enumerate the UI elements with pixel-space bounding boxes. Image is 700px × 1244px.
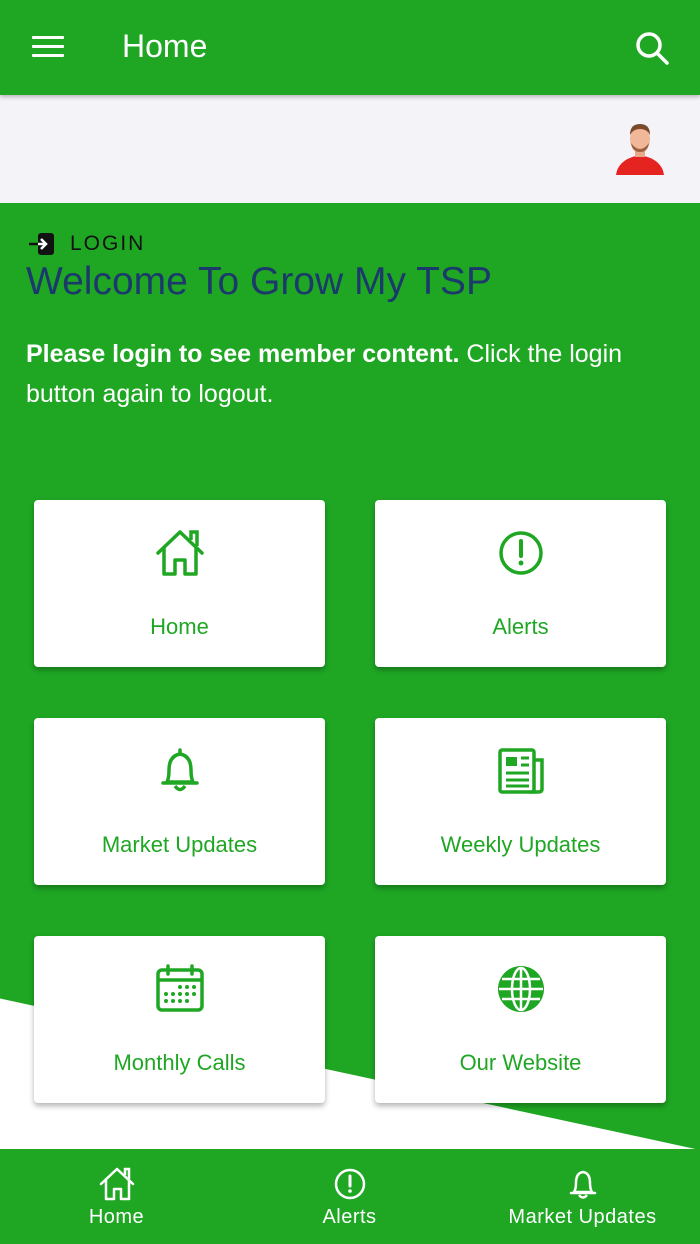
login-label: LOGIN xyxy=(70,232,146,255)
nav-item-market-updates[interactable]: Market Updates xyxy=(466,1149,699,1244)
menu-icon[interactable] xyxy=(32,36,64,60)
login-button[interactable]: LOGIN xyxy=(28,231,145,257)
tile-weekly-updates[interactable]: Weekly Updates xyxy=(375,718,666,885)
alert-circle-icon xyxy=(334,1168,365,1200)
welcome-heading: Welcome To Grow My TSP xyxy=(26,260,492,303)
avatar[interactable] xyxy=(612,119,668,175)
bell-icon xyxy=(569,1170,596,1199)
nav-item-home[interactable]: Home xyxy=(0,1149,233,1244)
bell-icon xyxy=(160,748,199,792)
nav-label: Home xyxy=(88,1206,145,1228)
tile-alerts[interactable]: Alerts xyxy=(375,500,666,667)
login-bar: LOGIN xyxy=(0,95,700,255)
tile-label: Alerts xyxy=(492,614,549,639)
login-icon xyxy=(29,233,54,255)
home-icon xyxy=(99,1167,134,1201)
page-title: Home xyxy=(122,28,208,64)
tile-label: Market Updates xyxy=(101,832,258,857)
tile-label: Our Website xyxy=(459,1050,582,1075)
search-icon[interactable] xyxy=(634,30,670,66)
home-icon xyxy=(155,530,204,576)
app-bar: Home xyxy=(0,0,700,95)
nav-label: Market Updates xyxy=(508,1206,657,1228)
intro-text: Please login to see member content. Clic… xyxy=(26,334,676,414)
nav-label: Alerts xyxy=(322,1206,377,1228)
globe-icon xyxy=(497,966,544,1012)
tile-market-updates[interactable]: Market Updates xyxy=(34,718,325,885)
intro-bold: Please login to see member content. xyxy=(26,340,460,368)
bottom-nav: Home Alerts Market Updates xyxy=(0,1149,700,1244)
tile-monthly-calls[interactable]: Monthly Calls xyxy=(34,936,325,1103)
tile-label: Weekly Updates xyxy=(440,832,601,857)
alert-circle-icon xyxy=(498,531,543,575)
tile-label: Home xyxy=(150,614,209,639)
newspaper-icon xyxy=(497,748,544,794)
nav-item-alerts[interactable]: Alerts xyxy=(233,1149,466,1244)
tile-our-website[interactable]: Our Website xyxy=(375,936,666,1103)
tile-home[interactable]: Home xyxy=(34,500,325,667)
tile-label: Monthly Calls xyxy=(113,1050,246,1075)
calendar-icon xyxy=(155,964,204,1012)
